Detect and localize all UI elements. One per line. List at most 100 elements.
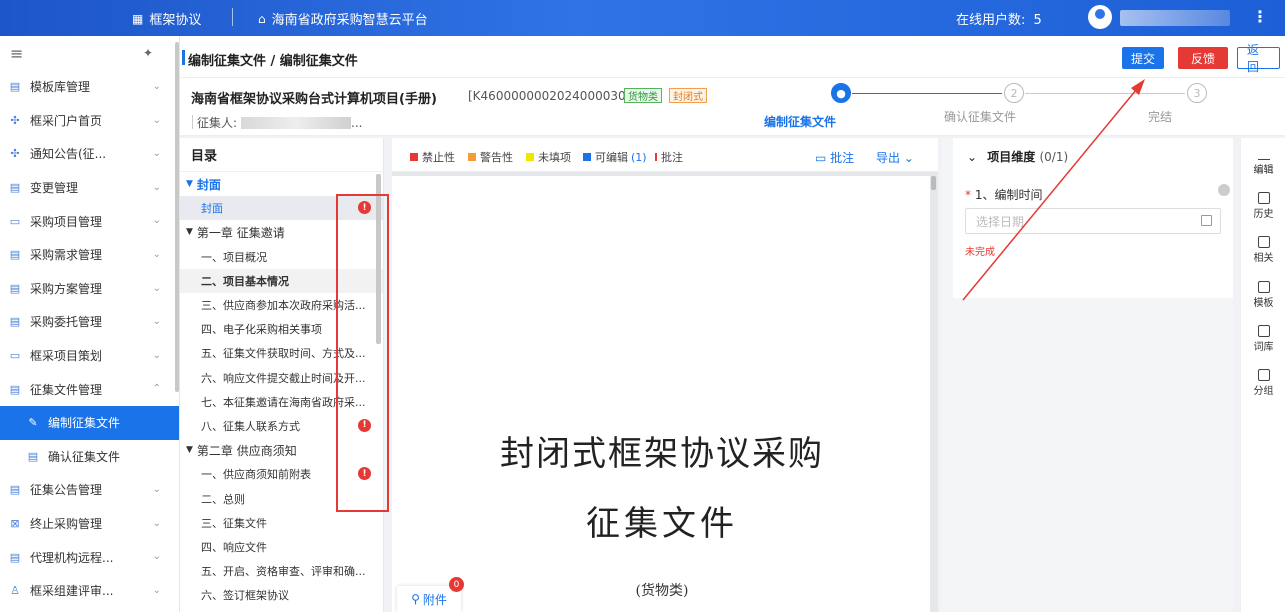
pencil-icon <box>1257 148 1270 160</box>
step-3-label: 完结 <box>1148 110 1173 124</box>
sidebar-item-entrust-management[interactable]: ▤ 采购委托管理 ⌄ <box>0 305 179 339</box>
menu-icon[interactable]: ≡ <box>10 44 23 63</box>
calendar-icon <box>1201 215 1212 226</box>
related-tool[interactable]: 相关 <box>1241 236 1285 264</box>
sidebar-item-project-planning[interactable]: ▭ 框采项目策划 ⌄ <box>0 339 179 373</box>
sidebar-scrollbar[interactable] <box>175 42 179 392</box>
annotation-highlight-box <box>336 194 389 512</box>
chevron-down-icon: ⌄ <box>152 316 161 328</box>
chevron-down-icon: ⌄ <box>152 584 161 596</box>
lexicon-tool[interactable]: 词库 <box>1241 325 1285 353</box>
more-vertical-icon[interactable]: ⋮ <box>1252 7 1268 26</box>
section-count: (0/1) <box>1039 150 1069 164</box>
brand[interactable]: ▦ 框架协议 <box>132 9 202 29</box>
brand-label: 框架协议 <box>149 13 202 28</box>
doc-icon: ▤ <box>9 281 21 295</box>
legend-swatch <box>583 153 591 161</box>
sidebar-item-termination[interactable]: ⊠ 终止采购管理 ⌄ <box>0 507 179 541</box>
toc-chapter-cover[interactable]: ▼ 封面 <box>180 172 383 196</box>
platform-label: 海南省政府采购智慧云平台 <box>271 13 428 28</box>
grid-icon: ✣ <box>10 147 20 161</box>
back-button[interactable]: 返回 <box>1237 43 1280 74</box>
sidebar-item-plan-management[interactable]: ▤ 采购方案管理 ⌄ <box>0 272 179 306</box>
project-code: [K4600000002024000030] <box>468 89 631 103</box>
chevron-down-icon: ⌄ <box>152 215 161 227</box>
required-mark: * <box>965 188 971 202</box>
field-label: * 1、编制时间 <box>965 188 1043 202</box>
doc-subtitle: (货物类) <box>635 583 689 599</box>
stop-icon: ⊠ <box>10 517 20 531</box>
folder-icon: ▭ <box>9 349 21 363</box>
status-text: 未完成 <box>965 247 995 258</box>
collector-label: 征集人: <box>197 116 238 130</box>
platform-link[interactable]: ⌂ 海南省政府采购智慧云平台 <box>258 9 428 29</box>
sidebar-item-agency-remote[interactable]: ▤ 代理机构远程... ⌄ <box>0 540 179 574</box>
annotate-button[interactable]: ▭ 批注 <box>815 149 854 166</box>
doc-title-line1: 封闭式框架协议采购 <box>500 434 824 474</box>
feedback-button[interactable]: 反馈 <box>1178 47 1228 69</box>
toc-item[interactable]: 五、开启、资格审查、评审和确... <box>180 559 383 583</box>
toc-item[interactable]: 三、征集文件 <box>180 511 383 535</box>
divider <box>232 8 233 26</box>
toc-item[interactable]: 六、签订框架协议 <box>180 583 383 607</box>
history-icon <box>1257 192 1270 204</box>
section-header[interactable]: ⌄ 项目维度 (0/1) <box>967 148 1068 165</box>
legend-warning: 警告性 <box>468 149 513 165</box>
sidebar-item-review-team[interactable]: ♙ 框采组建评审... ⌄ <box>0 574 179 608</box>
document-viewer[interactable]: 封闭式框架协议采购 征集文件 (货物类) <box>392 172 938 612</box>
submit-button[interactable]: 提交 <box>1122 47 1164 69</box>
chevron-down-icon: ⌄ <box>152 349 161 361</box>
doc-icon: ▤ <box>9 315 21 329</box>
toc-item[interactable]: 四、响应文件 <box>180 535 383 559</box>
date-picker-input[interactable]: 选择日期 <box>965 208 1221 234</box>
chevron-down-icon: ⌄ <box>903 151 914 165</box>
legend-swatch <box>410 153 418 161</box>
chevron-down-icon: ⌄ <box>152 517 161 529</box>
step-2-label: 确认征集文件 <box>944 110 1017 124</box>
online-users: 在线用户数: 5 <box>956 9 1042 28</box>
paperclip-icon: ⚲ <box>411 592 420 606</box>
sidebar-item-collection-docs[interactable]: ▤ 征集文件管理 ⌃ <box>0 372 179 406</box>
sidebar-header: ≡ ✦ <box>0 36 179 70</box>
history-tool[interactable]: 历史 <box>1241 192 1285 220</box>
document-scrollbar[interactable] <box>931 176 936 190</box>
sidebar-item-change-management[interactable]: ▤ 变更管理 ⌄ <box>0 171 179 205</box>
step-2-dot: 2 <box>1004 83 1024 103</box>
chevron-down-icon: ⌄ <box>152 484 161 496</box>
template-tool[interactable]: 模板 <box>1241 281 1285 309</box>
collector-suffix: ... <box>351 115 363 130</box>
edit-tool[interactable]: 编辑 <box>1241 148 1285 176</box>
username-blurred[interactable] <box>1120 10 1230 26</box>
sidebar: ≡ ✦ ▤ 模板库管理 ⌄ ✣ 框采门户首页 ⌄ ✣ 通知公告(征... ⌄ ▤ 变更管理 ⌄ … <box>0 36 180 612</box>
legend-editable: 可编辑 (1) <box>583 149 647 165</box>
folder-icon: ▭ <box>9 214 21 228</box>
sidebar-item-edit-collection-doc[interactable]: ✎ 编制征集文件 <box>0 405 179 440</box>
sidebar-item-portal-home[interactable]: ✣ 框采门户首页 ⌄ <box>0 104 179 138</box>
sidebar-item-project-management[interactable]: ▭ 采购项目管理 ⌄ <box>0 204 179 238</box>
page-title: 编制征集文件 / 编制征集文件 <box>182 50 358 69</box>
legend-swatch <box>526 153 534 161</box>
sidebar-item-notices[interactable]: ✣ 通知公告(征... ⌄ <box>0 137 179 171</box>
link-icon <box>1257 236 1270 248</box>
date-placeholder: 选择日期 <box>976 214 1025 229</box>
sidebar-item-confirm-collection-doc[interactable]: ▤ 确认征集文件 <box>0 440 179 474</box>
group-tool[interactable]: 分组 <box>1241 369 1285 397</box>
doc-icon: ▤ <box>9 181 21 195</box>
sidebar-item-announcement[interactable]: ▤ 征集公告管理 ⌄ <box>0 473 179 507</box>
project-info-bar: 海南省框架协议采购台式计算机项目(手册) [K46000000020240000… <box>180 78 1285 136</box>
doc-title-line2: 征集文件 <box>586 504 738 544</box>
collector: 征集人: ... <box>192 114 363 131</box>
attachment-button[interactable]: ⚲ 附件 0 <box>397 577 464 612</box>
sidebar-item-demand-management[interactable]: ▤ 采购需求管理 ⌄ <box>0 238 179 272</box>
page-header: 编制征集文件 / 编制征集文件 提交 反馈 返回 <box>180 36 1285 78</box>
help-icon[interactable] <box>1218 184 1230 196</box>
pin-icon[interactable]: ✦ <box>143 46 153 60</box>
export-dropdown[interactable]: 导出 ⌄ <box>876 149 914 166</box>
document-page[interactable]: 封闭式框架协议采购 征集文件 (货物类) <box>392 176 930 612</box>
legend-prohibited: 禁止性 <box>410 149 455 165</box>
editable-count: (1) <box>631 150 647 164</box>
step-1-label: 编制征集文件 <box>764 115 837 129</box>
caret-down-icon: ▼ <box>186 227 193 238</box>
sidebar-item-template-library[interactable]: ▤ 模板库管理 ⌄ <box>0 70 179 104</box>
avatar[interactable] <box>1088 5 1112 29</box>
